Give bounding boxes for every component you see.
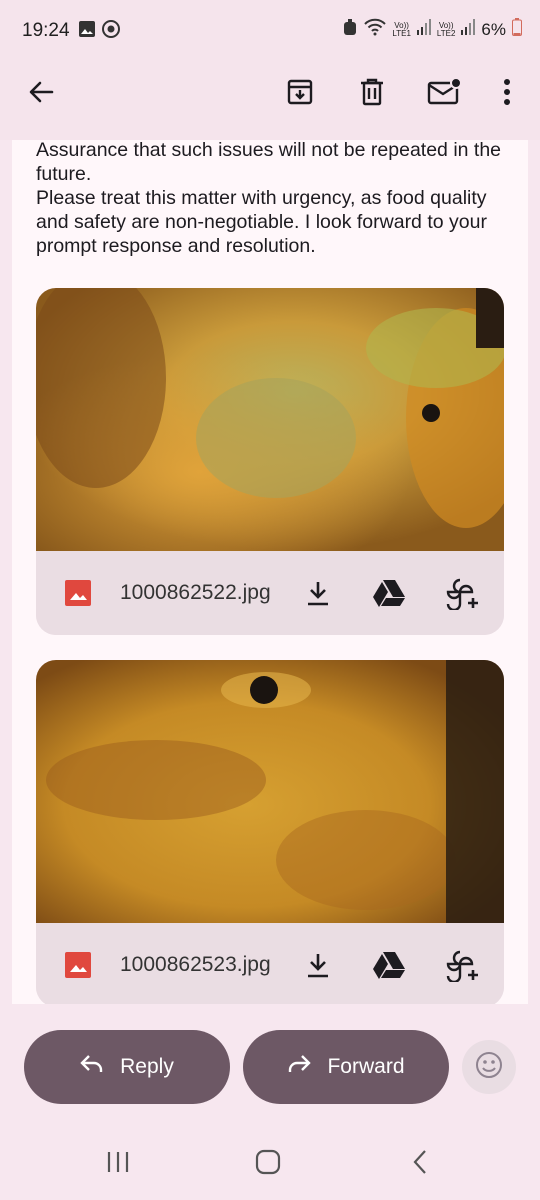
attachment-image[interactable] [36, 660, 504, 923]
attachment-actions-bar: 1000862523.jpg [36, 923, 504, 1004]
email-toolbar [0, 60, 540, 140]
home-icon[interactable] [244, 1142, 292, 1182]
notification-icons [78, 20, 120, 43]
wifi-icon [364, 18, 387, 41]
more-options-icon[interactable] [483, 68, 531, 116]
reply-actions: Reply Forward [0, 1028, 540, 1106]
alarm-icon [342, 18, 358, 41]
battery-percent: 6% [481, 19, 506, 39]
add-to-photos-icon[interactable] [438, 941, 486, 989]
gallery-icon [78, 20, 96, 43]
drive-icon[interactable] [365, 569, 413, 617]
email-body-text: Assurance that such issues will not be r… [36, 140, 502, 257]
battery-icon [512, 18, 522, 41]
forward-label: Forward [327, 1055, 405, 1078]
attachment-card[interactable]: 1000862523.jpg [36, 660, 504, 1004]
emoji-reaction-button[interactable] [462, 1040, 516, 1094]
drive-icon[interactable] [365, 941, 413, 989]
forward-icon [287, 1054, 312, 1080]
back-arrow-icon[interactable] [17, 68, 65, 116]
status-bar: 19:24 Vo)) LTE1 Vo)) LTE2 6% [0, 0, 540, 60]
recent-apps-icon[interactable] [94, 1142, 142, 1182]
signal-icon [416, 19, 431, 40]
download-icon[interactable] [294, 569, 342, 617]
add-to-photos-icon[interactable] [438, 569, 486, 617]
download-icon[interactable] [294, 941, 342, 989]
reply-label: Reply [120, 1055, 174, 1078]
emoji-icon [475, 1051, 503, 1084]
image-file-icon [65, 580, 91, 606]
signal-icon [461, 19, 476, 40]
attachment-image[interactable] [36, 288, 504, 551]
archive-icon[interactable] [276, 68, 324, 116]
back-icon[interactable] [396, 1142, 444, 1182]
sim1-label: Vo)) LTE1 [392, 20, 411, 38]
status-time: 19:24 [22, 20, 70, 41]
attachment-filename[interactable]: 1000862523.jpg [120, 953, 271, 977]
delete-icon[interactable] [348, 68, 396, 116]
attachment-actions-bar: 1000862522.jpg [36, 551, 504, 635]
image-file-icon [65, 952, 91, 978]
attachment-filename[interactable]: 1000862522.jpg [120, 581, 271, 605]
system-status-icons: Vo)) LTE1 Vo)) LTE2 6% [342, 18, 522, 41]
mark-unread-icon[interactable] [420, 68, 468, 116]
reply-icon [80, 1054, 104, 1080]
reply-button[interactable]: Reply [24, 1030, 230, 1104]
forward-button[interactable]: Forward [243, 1030, 449, 1104]
system-navigation-bar [0, 1130, 540, 1200]
whatsapp-icon [102, 20, 120, 43]
email-content: Assurance that such issues will not be r… [12, 140, 528, 1004]
sim2-label: Vo)) LTE2 [436, 20, 456, 38]
attachment-card[interactable]: 1000862522.jpg [36, 288, 504, 635]
